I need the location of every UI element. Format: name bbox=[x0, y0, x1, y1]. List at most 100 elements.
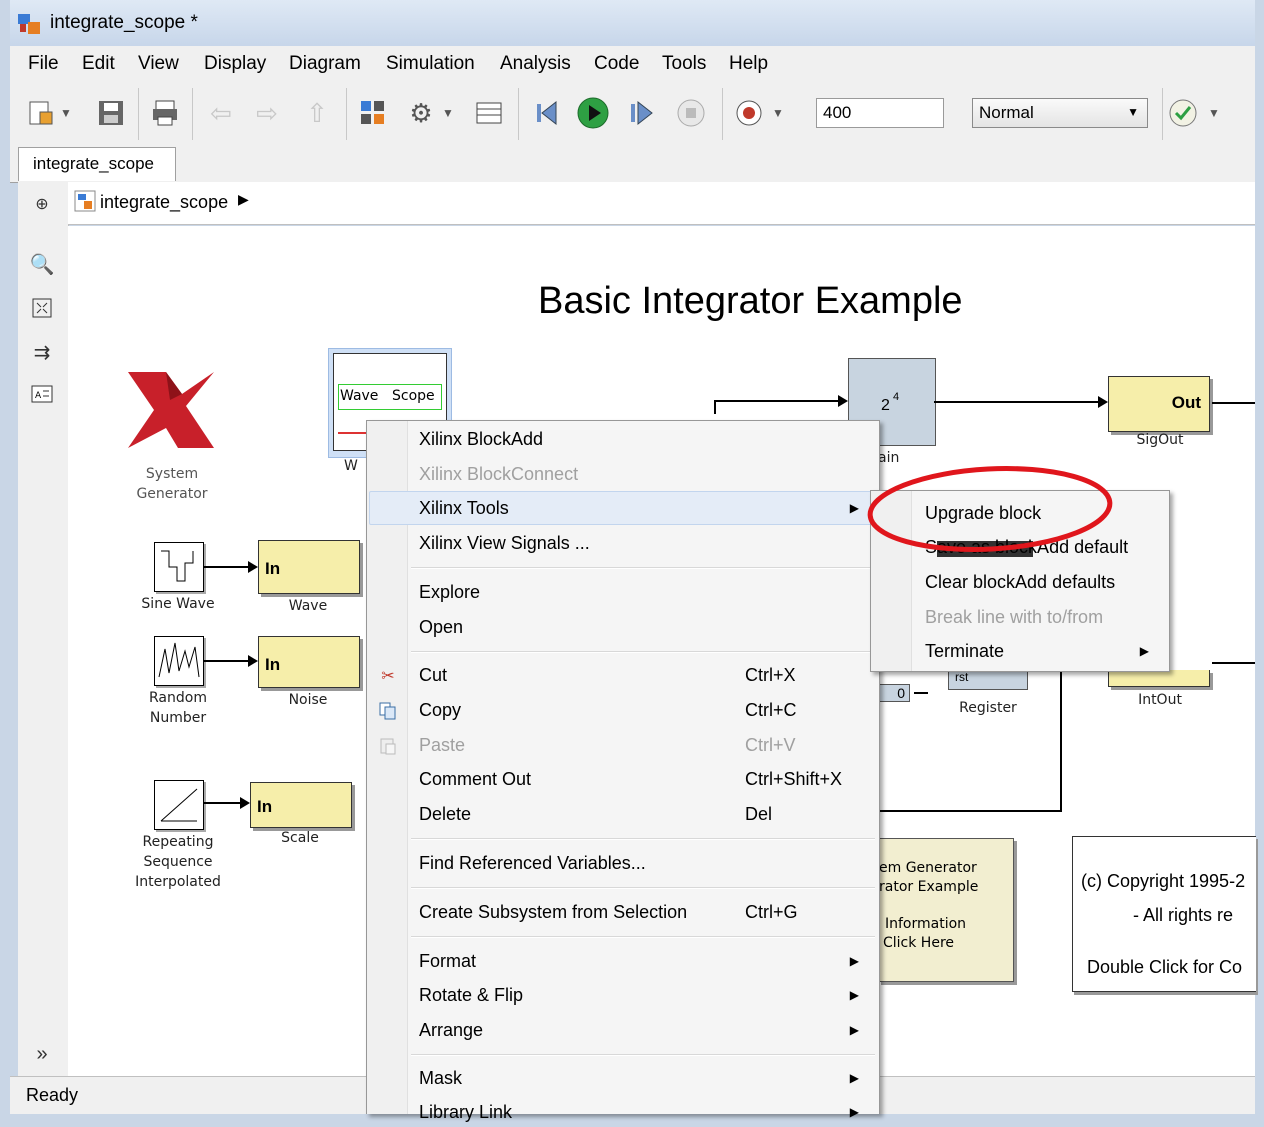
copyright-line2: - All rights re bbox=[1133, 905, 1234, 925]
menu-item-open[interactable]: Open bbox=[419, 612, 463, 642]
repeating-sequence-block[interactable] bbox=[154, 780, 204, 830]
menu-item-delete[interactable]: Delete bbox=[419, 799, 471, 829]
menu-item-comment-out[interactable]: Comment Out bbox=[419, 764, 531, 794]
tab-integrate-scope[interactable]: integrate_scope bbox=[18, 147, 176, 181]
menu-display[interactable]: Display bbox=[204, 53, 266, 75]
submenu-arrow-icon: ▶ bbox=[849, 1023, 859, 1037]
menu-simulation[interactable]: Simulation bbox=[386, 53, 475, 75]
simulation-mode-select[interactable]: Normal ▼ bbox=[972, 98, 1148, 128]
breadcrumb-bar: integrate_scope ▶ bbox=[68, 182, 1255, 225]
wave-port-label: Wave bbox=[340, 388, 379, 404]
window-title: integrate_scope * bbox=[50, 12, 198, 33]
shortcut-comment-out: Ctrl+Shift+X bbox=[745, 769, 843, 789]
copyright-line3: Double Click for Co bbox=[1087, 957, 1243, 977]
model-advisor-icon[interactable] bbox=[1166, 96, 1200, 130]
menu-item-library-link[interactable]: Library Link bbox=[419, 1097, 512, 1127]
gateway-in-scale[interactable]: In bbox=[250, 782, 352, 828]
chevron-down-icon[interactable]: ▼ bbox=[1206, 96, 1222, 130]
arrows-icon[interactable]: ⇉ bbox=[28, 338, 56, 366]
chevron-down-icon: ▼ bbox=[1127, 105, 1139, 119]
menu-item-copy[interactable]: Copy bbox=[419, 695, 461, 725]
gateway-in-wave[interactable]: In bbox=[258, 540, 360, 594]
forward-icon[interactable]: ⇨ bbox=[250, 96, 284, 130]
back-icon[interactable]: ⇦ bbox=[204, 96, 238, 130]
system-generator-label: System Generator bbox=[136, 466, 208, 502]
submenu-arrow-icon: ▶ bbox=[849, 1071, 859, 1085]
menu-item-xilinx-blockconnect[interactable]: Xilinx BlockConnect bbox=[419, 459, 578, 489]
copyright-line1: (c) Copyright 1995-2 bbox=[1081, 871, 1246, 891]
sigout-port: Out bbox=[1171, 393, 1201, 412]
menu-item-create-subsystem[interactable]: Create Subsystem from Selection bbox=[419, 897, 687, 927]
menu-item-explore[interactable]: Explore bbox=[419, 577, 480, 607]
chevron-down-icon[interactable]: ▼ bbox=[770, 96, 786, 130]
gateway-in-noise[interactable]: In bbox=[258, 636, 360, 688]
submenu-item-terminate[interactable]: Terminate bbox=[925, 636, 1004, 666]
copyright-block[interactable]: (c) Copyright 1995-2 - All rights re Dou… bbox=[1072, 836, 1256, 992]
print-icon[interactable] bbox=[148, 96, 182, 130]
menu-item-find-referenced-variables[interactable]: Find Referenced Variables... bbox=[419, 848, 646, 878]
constant-block[interactable]: 0 bbox=[876, 684, 910, 702]
submenu-item-break-line[interactable]: Break line with to/from bbox=[925, 602, 1103, 632]
save-icon[interactable] bbox=[94, 96, 128, 130]
menu-item-paste[interactable]: Paste bbox=[419, 730, 465, 760]
gear-icon[interactable]: ⚙ bbox=[404, 96, 438, 130]
stop-icon[interactable] bbox=[674, 96, 708, 130]
chevron-down-icon[interactable]: ▼ bbox=[440, 96, 456, 130]
breadcrumb[interactable]: integrate_scope bbox=[100, 192, 228, 213]
sigout-block[interactable]: Out bbox=[1108, 376, 1210, 432]
menu-code[interactable]: Code bbox=[594, 53, 639, 75]
intout-block[interactable] bbox=[1108, 670, 1210, 687]
repeating-sequence-label: Repeating Sequence Interpolated bbox=[135, 834, 221, 890]
menu-diagram[interactable]: Diagram bbox=[289, 53, 361, 75]
run-icon[interactable] bbox=[576, 96, 610, 130]
context-menu: Xilinx BlockAdd Xilinx BlockConnect Xili… bbox=[366, 420, 880, 1122]
menu-view[interactable]: View bbox=[138, 53, 179, 75]
gateway-wave-label: Wave bbox=[288, 598, 328, 614]
sine-wave-block[interactable] bbox=[154, 542, 204, 592]
toolbar: ▼ ⇦ ⇨ ⇧ ⚙ ▼ ▼ 400 Normal ▼ ▼ bbox=[10, 82, 1255, 147]
shortcut-cut: Ctrl+X bbox=[745, 665, 796, 685]
up-icon[interactable]: ⇧ bbox=[300, 96, 334, 130]
step-back-icon[interactable] bbox=[530, 96, 564, 130]
register-label: Register bbox=[959, 700, 1017, 716]
fit-to-view-icon[interactable] bbox=[28, 294, 56, 322]
menu-item-cut[interactable]: Cut bbox=[419, 660, 447, 690]
annotation-circle bbox=[867, 466, 1113, 552]
zoom-in-icon[interactable]: 🔍 bbox=[28, 250, 56, 278]
chevron-down-icon[interactable]: ▼ bbox=[58, 96, 74, 130]
menu-item-xilinx-view-signals[interactable]: Xilinx View Signals ... bbox=[419, 528, 590, 558]
status-text: Ready bbox=[26, 1085, 79, 1105]
library-browser-icon[interactable] bbox=[356, 96, 390, 130]
record-icon[interactable] bbox=[732, 96, 766, 130]
menu-item-xilinx-tools[interactable]: Xilinx Tools bbox=[419, 493, 509, 523]
menu-item-arrange[interactable]: Arrange bbox=[419, 1015, 483, 1045]
new-model-icon[interactable] bbox=[24, 96, 58, 130]
gateway-in-port: In bbox=[265, 655, 281, 674]
submenu-item-clear-blockadd-defaults[interactable]: Clear blockAdd defaults bbox=[925, 567, 1115, 597]
annotation-icon[interactable]: A bbox=[28, 380, 56, 408]
expand-palette-icon[interactable]: » bbox=[28, 1040, 56, 1068]
info-block[interactable]: em Generator rator Example Information Cli… bbox=[878, 838, 1014, 982]
menu-analysis[interactable]: Analysis bbox=[500, 53, 571, 75]
model-explorer-icon[interactable] bbox=[472, 96, 506, 130]
intout-label: IntOut bbox=[1138, 692, 1182, 708]
random-number-block[interactable] bbox=[154, 636, 204, 686]
breadcrumb-arrow-icon[interactable]: ▶ bbox=[238, 191, 249, 208]
step-forward-icon[interactable] bbox=[624, 96, 658, 130]
menu-edit[interactable]: Edit bbox=[82, 53, 115, 75]
gateway-in-port: In bbox=[265, 559, 281, 578]
hide-explorer-icon[interactable]: ⊕ bbox=[28, 190, 56, 218]
submenu-arrow-icon: ▶ bbox=[849, 954, 859, 968]
menu-item-mask[interactable]: Mask bbox=[419, 1063, 462, 1093]
register-block[interactable]: rst bbox=[948, 670, 1028, 690]
xilinx-logo-icon[interactable] bbox=[126, 370, 214, 450]
wavescope-label: W bbox=[344, 458, 358, 474]
menu-file[interactable]: File bbox=[28, 53, 59, 75]
menu-tools[interactable]: Tools bbox=[662, 53, 706, 75]
menu-item-format[interactable]: Format bbox=[419, 946, 476, 976]
menu-item-rotate-flip[interactable]: Rotate & Flip bbox=[419, 980, 523, 1010]
menu-help[interactable]: Help bbox=[729, 53, 768, 75]
shortcut-delete: Del bbox=[745, 804, 773, 824]
stop-time-input[interactable]: 400 bbox=[816, 98, 944, 128]
menu-item-xilinx-blockadd[interactable]: Xilinx BlockAdd bbox=[419, 424, 543, 454]
